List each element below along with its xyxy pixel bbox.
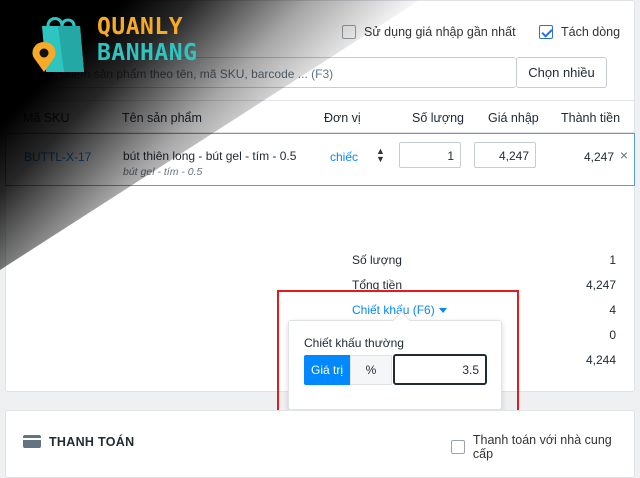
recent-price-checkbox[interactable] bbox=[342, 25, 356, 39]
highlight-box bbox=[277, 290, 519, 428]
row-total: 4,247 bbox=[583, 150, 614, 164]
header-total: Thành tiền bbox=[561, 111, 621, 125]
recent-price-label: Sử dụng giá nhập gần nhất bbox=[364, 25, 516, 39]
summary-total-value: 4,247 bbox=[585, 278, 616, 292]
split-lines-checkbox[interactable] bbox=[539, 25, 553, 39]
row-qty-input[interactable]: 1 bbox=[399, 142, 461, 168]
remove-row-icon[interactable]: × bbox=[620, 147, 628, 163]
summary-row4-value: 0 bbox=[609, 328, 616, 342]
split-lines-option[interactable]: Tách dòng bbox=[539, 25, 620, 39]
product-table-header: Mã SKU Tên sản phẩm Đơn vị Số lượng Giá … bbox=[5, 100, 635, 133]
summary-final-value: 4,244 bbox=[585, 353, 616, 367]
table-row: BUTTL-X-17 bút thiên long - bút gel - tí… bbox=[5, 133, 635, 186]
row-unit-select[interactable]: chiếc bbox=[330, 150, 358, 164]
pay-supplier-option[interactable]: Thanh toán với nhà cung cấp bbox=[451, 433, 634, 461]
summary-qty-value: 1 bbox=[609, 253, 616, 267]
logo-wordmark: QUANLY BANHANG bbox=[97, 14, 197, 66]
row-sku-link[interactable]: BUTTL-X-17 bbox=[24, 150, 91, 164]
summary-discount-value: 4 bbox=[609, 303, 616, 317]
header-unit: Đơn vị bbox=[324, 111, 361, 125]
header-name: Tên sản phẩm bbox=[122, 111, 202, 125]
credit-card-icon bbox=[23, 435, 41, 448]
summary-qty-label: Số lượng bbox=[352, 253, 402, 267]
pay-supplier-label: Thanh toán với nhà cung cấp bbox=[472, 433, 612, 461]
payment-title: THANH TOÁN bbox=[49, 435, 135, 449]
pay-supplier-checkbox[interactable] bbox=[451, 440, 465, 454]
header-qty: Số lượng bbox=[412, 111, 465, 125]
select-multiple-button[interactable]: Chọn nhiều bbox=[516, 57, 607, 88]
row-product-variant: bút gel - tím - 0.5 bbox=[123, 166, 203, 178]
row-price-input[interactable]: 4,247 bbox=[474, 142, 536, 168]
shopping-bag-logo-icon bbox=[32, 17, 84, 72]
logo-line1: QUANLY bbox=[97, 14, 184, 40]
row-product-name: bút thiên long - bút gel - tím - 0.5 bbox=[123, 149, 297, 163]
logo-line2: BANHANG bbox=[97, 40, 198, 66]
header-price: Giá nhập bbox=[488, 111, 539, 125]
split-lines-label: Tách dòng bbox=[561, 25, 621, 39]
unit-sort-icon[interactable]: ▲ ▼ bbox=[376, 147, 385, 164]
payment-section: THANH TOÁN Thanh toán với nhà cung cấp bbox=[5, 410, 635, 478]
header-sku: Mã SKU bbox=[23, 111, 70, 125]
recent-price-option[interactable]: Sử dụng giá nhập gần nhất bbox=[342, 25, 516, 39]
